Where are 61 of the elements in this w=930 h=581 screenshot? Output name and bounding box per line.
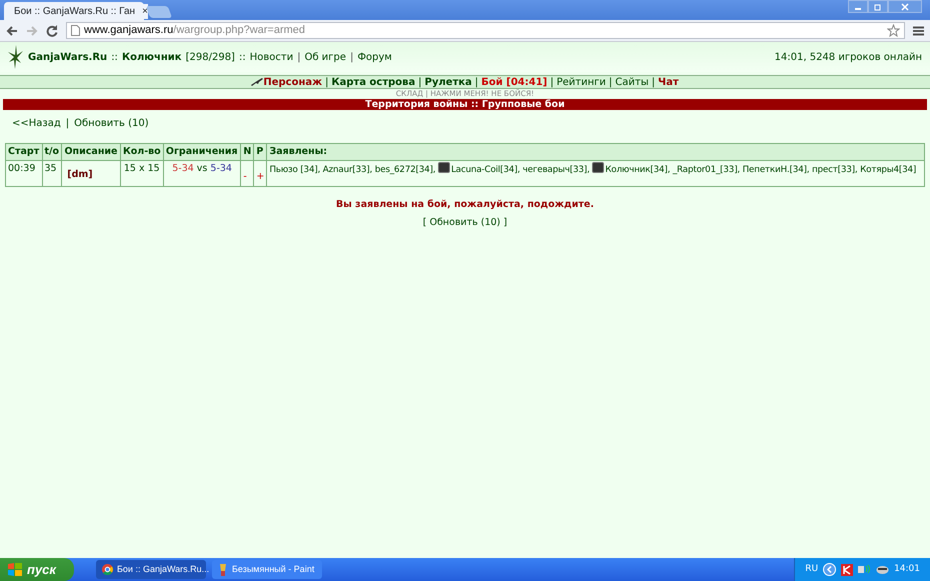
separator-text: | <box>652 77 656 88</box>
column-header: t/o <box>42 144 62 161</box>
table-cell: 35 <box>42 160 62 186</box>
player-link[interactable]: чегеварыч[33], <box>522 165 590 176</box>
player-link[interactable]: Котяры4[34] <box>860 165 916 176</box>
status-message: Вы заявлены на бой, пожалуйста, подождите. <box>335 198 595 212</box>
separator-text: | <box>608 77 612 88</box>
column-header: Описание <box>62 144 120 161</box>
player-link[interactable]: Aznaur[33], <box>322 165 372 176</box>
player-link[interactable]: Lacuna-Coil[34], <box>451 165 520 176</box>
refresh-link[interactable]: [ Обновить (10) ] <box>422 216 508 228</box>
separator-text: | <box>66 118 70 129</box>
nav-link[interactable]: Карта острова <box>331 77 416 88</box>
column-header: P <box>254 144 267 161</box>
address-field[interactable]: www.ganjawars.ru/wargroup.php?war=armed <box>66 22 905 39</box>
url-text[interactable]: www.ganjawars.ru/wargroup.php?war=armed <box>84 22 306 39</box>
separator-text: :: <box>238 50 246 64</box>
header-link[interactable]: Новости <box>250 50 294 64</box>
player-link[interactable]: ПепеткиН.[34], <box>742 165 810 176</box>
site-link[interactable]: GanjaWars.Ru <box>28 50 108 64</box>
nav-link[interactable]: Персонаж <box>263 77 322 88</box>
clock-text: 14:01 <box>894 562 920 576</box>
separator-text: | <box>297 50 301 64</box>
health-text: [298/298] <box>186 50 235 64</box>
separator-text: | <box>474 77 478 88</box>
column-header: Заявлены: <box>266 144 924 161</box>
n-value: - <box>243 170 247 184</box>
header-link[interactable]: Форум <box>357 50 392 64</box>
column-header: Ограничения <box>163 144 241 161</box>
online-text: 14:01, 5248 игроков онлайн <box>774 50 922 64</box>
table-cell: 15 x 15 <box>120 160 164 186</box>
taskbar-button[interactable]: Безымянный - Paint <box>212 560 322 579</box>
separator-text: | <box>418 77 422 88</box>
action-link[interactable]: Обновить (10) <box>74 118 149 129</box>
taskbar-button[interactable]: Бои :: GanjaWars.Ru... <box>96 560 206 579</box>
player-link[interactable]: Колючник[34], <box>605 165 670 176</box>
start-button[interactable]: пуск <box>0 558 74 581</box>
nav-link[interactable]: Рулетка <box>424 77 472 88</box>
separator-text: :: <box>111 50 118 64</box>
column-header: Старт <box>6 144 42 161</box>
nav-link[interactable]: Сайты <box>615 77 649 88</box>
column-header: Кол-во <box>120 144 164 161</box>
table-cell: 00:39 <box>6 160 42 186</box>
table-cell: 5-34 vs 5-34 <box>163 160 241 186</box>
tab-title: Бои :: GanjaWars.Ru :: Ган <box>14 4 136 18</box>
player-link[interactable]: bes_6272[34], <box>374 165 436 176</box>
separator-text: | <box>550 77 554 88</box>
header-link[interactable]: Об игре <box>304 50 346 64</box>
nav-link[interactable]: Бой [04:41] <box>481 77 548 88</box>
nav-link[interactable]: Рейтинги <box>556 77 606 88</box>
column-header: N <box>240 144 254 161</box>
action-link[interactable]: <<Назад <box>12 118 61 129</box>
nav-link[interactable]: Чат <box>658 77 679 88</box>
section-title-bar: Территория войны :: Групповые бои <box>3 99 927 110</box>
player-link[interactable]: Пьюзо [34], <box>269 165 320 176</box>
language-indicator[interactable]: RU <box>805 562 818 576</box>
player-link[interactable]: прест[33], <box>812 165 858 176</box>
player-link[interactable]: _Raptor01_[33], <box>672 165 740 176</box>
separator-text: | <box>325 77 328 88</box>
separator-text: | <box>350 50 354 64</box>
user-link[interactable]: Колючник <box>122 50 182 64</box>
